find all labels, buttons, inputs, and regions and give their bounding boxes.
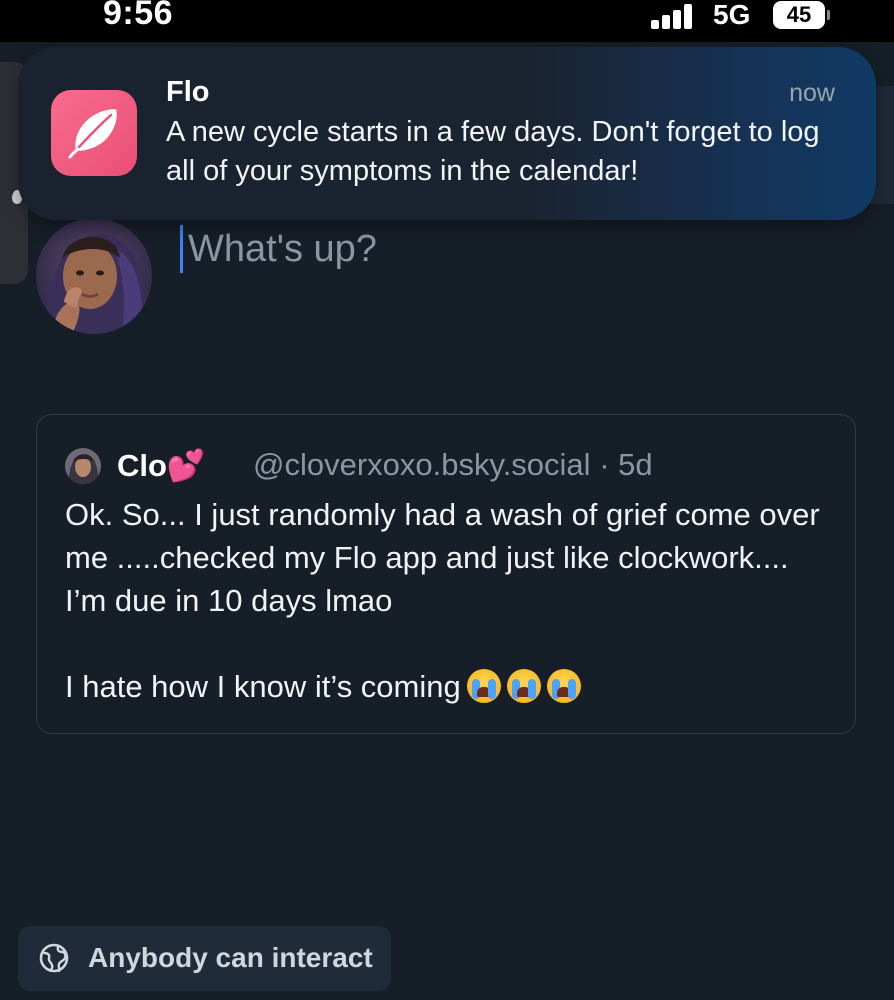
notification-app-name: Flo	[166, 76, 210, 108]
battery-cap	[827, 10, 830, 20]
notification-time: now	[789, 79, 835, 107]
user-avatar-image	[36, 218, 152, 334]
post-age: 5d	[618, 447, 653, 482]
flo-app-icon	[51, 90, 137, 176]
compose-input[interactable]	[188, 224, 788, 274]
status-bar: 9:56 5G 45	[0, 0, 894, 42]
quoted-author-avatar-image	[65, 448, 101, 484]
notification-message: A new cycle starts in a few days. Don't …	[166, 116, 820, 187]
cellular-signal-icon	[651, 1, 701, 31]
quoted-post-card[interactable]: Clo💕 @cloverxoxo.bsky.social · 5d Ok. So…	[36, 414, 856, 734]
interaction-settings-label: Anybody can interact	[88, 942, 373, 973]
quoted-post-text: Ok. So... I just randomly had a wash of …	[65, 497, 820, 704]
crying-face-emoji	[546, 669, 581, 703]
battery-level: 45	[773, 1, 825, 29]
status-time: 9:56	[103, 0, 174, 32]
network-type: 5G	[713, 0, 751, 30]
quoted-author-handle: @cloverxoxo.bsky.social	[253, 447, 591, 482]
quoted-author-avatar	[65, 448, 101, 484]
interaction-settings-button[interactable]: Anybody can interact	[18, 926, 391, 991]
crying-face-emoji	[466, 669, 501, 703]
quoted-post-body: Ok. So... I just randomly had a wash of …	[65, 493, 835, 708]
text-cursor	[180, 225, 183, 273]
feather-icon	[68, 109, 117, 159]
user-avatar[interactable]	[36, 218, 152, 334]
meta-separator: ·	[599, 447, 610, 482]
flo-notification-banner[interactable]: Flo now A new cycle starts in a few days…	[18, 47, 876, 220]
quoted-author-name: Clo💕	[117, 448, 206, 483]
quoted-author-meta: @cloverxoxo.bsky.social · 5d	[253, 447, 653, 483]
globe-icon	[39, 943, 69, 973]
crying-face-emoji	[506, 669, 541, 703]
